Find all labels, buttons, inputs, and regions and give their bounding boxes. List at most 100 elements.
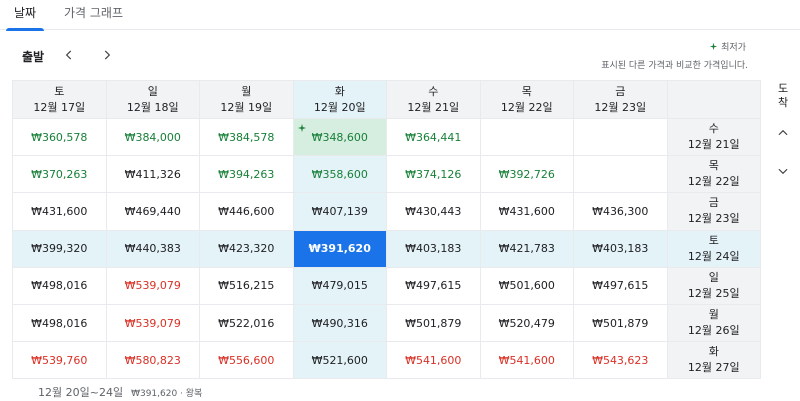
price-cell[interactable]: ₩497,615 (386, 266, 481, 305)
day-of-week: 금 (708, 196, 719, 210)
price-value: ₩407,139 (311, 204, 368, 218)
next-week-button[interactable] (96, 44, 118, 66)
price-cell[interactable]: ₩392,726 (479, 155, 574, 194)
scroll-up-button[interactable] (774, 124, 792, 142)
price-value: ₩421,783 (498, 242, 555, 256)
price-cell[interactable]: ₩436,300 (573, 192, 668, 231)
column-header-depart: 목 12월 22일 (479, 80, 574, 119)
chevron-up-icon (778, 129, 788, 136)
price-cell[interactable]: ₩384,578 (199, 118, 294, 157)
selection-footer: 12월 20일~24일 ₩391,620 · 왕복 (38, 384, 202, 400)
price-cell[interactable]: ₩411,326 (105, 155, 200, 194)
price-value: ₩391,620 (308, 242, 371, 256)
price-cell[interactable]: ₩541,600 (479, 341, 574, 380)
price-value: ₩498,016 (31, 279, 88, 293)
sparkle-icon (709, 42, 718, 51)
price-cell[interactable]: ₩539,079 (105, 266, 200, 305)
price-value: ₩374,126 (405, 167, 462, 181)
price-cell[interactable]: ₩543,623 (573, 341, 668, 380)
price-cell[interactable]: ₩556,600 (199, 341, 294, 380)
price-cell[interactable]: ₩580,823 (105, 341, 200, 380)
day-of-week: 토 (708, 233, 719, 247)
day-of-week: 일 (147, 84, 158, 98)
price-cell[interactable]: ₩501,879 (573, 304, 668, 343)
tab-price-graph[interactable]: 가격 그래프 (64, 4, 123, 21)
day-of-week: 일 (708, 270, 719, 284)
price-cell[interactable]: ₩431,600 (479, 192, 574, 231)
price-cell[interactable]: ₩522,016 (199, 304, 294, 343)
date-label: 12월 23일 (594, 100, 647, 114)
price-cell[interactable]: ₩348,600 (292, 118, 387, 157)
price-value: ₩360,578 (31, 130, 88, 144)
price-cell[interactable]: ₩374,126 (386, 155, 481, 194)
price-cell[interactable]: ₩364,441 (386, 118, 481, 157)
row-header-return: 금 12월 23일 (666, 192, 761, 231)
price-cell[interactable]: ₩360,578 (12, 118, 107, 157)
price-cell[interactable]: ₩498,016 (12, 266, 107, 305)
price-cell[interactable]: ₩403,183 (386, 229, 481, 268)
price-cell[interactable]: ₩399,320 (12, 229, 107, 268)
price-value: ₩498,016 (31, 316, 88, 330)
row-header-return: 수 12월 21일 (666, 118, 761, 157)
date-label: 12월 21일 (687, 138, 740, 152)
day-of-week: 목 (708, 159, 719, 173)
price-value: ₩556,600 (218, 353, 275, 367)
price-value: ₩384,000 (124, 130, 181, 144)
price-value: ₩430,443 (405, 204, 462, 218)
price-value: ₩358,600 (311, 167, 368, 181)
price-value: ₩497,615 (592, 279, 649, 293)
date-label: 12월 24일 (687, 249, 740, 263)
price-cell[interactable]: ₩430,443 (386, 192, 481, 231)
price-value: ₩520,479 (498, 316, 555, 330)
return-axis-label: 도착 (777, 82, 789, 109)
price-cell[interactable]: ₩516,215 (199, 266, 294, 305)
price-value: ₩516,215 (218, 279, 275, 293)
prev-week-button[interactable] (58, 44, 80, 66)
price-cell[interactable]: ₩358,600 (292, 155, 387, 194)
price-cell[interactable]: ₩391,620 (292, 229, 387, 268)
price-cell[interactable]: ₩394,263 (199, 155, 294, 194)
price-value: ₩543,623 (592, 353, 649, 367)
price-cell[interactable]: ₩431,600 (12, 192, 107, 231)
footer-dates: 12월 20일~24일 (38, 386, 124, 399)
price-cell[interactable]: ₩469,440 (105, 192, 200, 231)
price-cell[interactable]: ₩403,183 (573, 229, 668, 268)
price-value: ₩446,600 (218, 204, 275, 218)
price-cell[interactable]: ₩407,139 (292, 192, 387, 231)
price-value: ₩539,079 (124, 316, 181, 330)
price-cell[interactable]: ₩423,320 (199, 229, 294, 268)
date-label: 12월 18일 (126, 100, 179, 114)
price-cell[interactable]: ₩541,600 (386, 341, 481, 380)
price-cell[interactable]: ₩479,015 (292, 266, 387, 305)
price-cell[interactable]: ₩539,079 (105, 304, 200, 343)
price-cell[interactable]: ₩384,000 (105, 118, 200, 157)
price-cell[interactable]: ₩498,016 (12, 304, 107, 343)
price-value: ₩431,600 (498, 204, 555, 218)
legend-description: 표시된 다른 가격과 비교한 가격입니다. (601, 61, 748, 71)
price-cell[interactable]: ₩370,263 (12, 155, 107, 194)
row-header-return: 화 12월 27일 (666, 341, 761, 380)
price-value: ₩370,263 (31, 167, 88, 181)
price-cell[interactable]: ₩501,600 (479, 266, 574, 305)
day-of-week: 월 (708, 308, 719, 322)
price-value: ₩501,600 (498, 279, 555, 293)
scroll-down-button[interactable] (774, 162, 792, 180)
day-of-week: 목 (521, 84, 532, 98)
tab-date[interactable]: 날짜 (5, 4, 45, 31)
price-cell[interactable]: ₩520,479 (479, 304, 574, 343)
price-cell[interactable]: ₩421,783 (479, 229, 574, 268)
price-cell[interactable]: ₩446,600 (199, 192, 294, 231)
price-cell[interactable]: ₩521,600 (292, 341, 387, 380)
column-header-depart: 수 12월 21일 (386, 80, 481, 119)
price-cell[interactable]: ₩497,615 (573, 266, 668, 305)
price-cell[interactable]: ₩490,316 (292, 304, 387, 343)
legend-lowest-label: 최저가 (721, 43, 746, 53)
price-cell (479, 118, 574, 157)
price-value: ₩521,600 (311, 353, 368, 367)
price-cell[interactable]: ₩501,879 (386, 304, 481, 343)
price-cell[interactable]: ₩440,383 (105, 229, 200, 268)
corner-header (666, 80, 761, 119)
footer-summary: ₩391,620 · 왕복 (131, 389, 203, 399)
price-cell[interactable]: ₩539,760 (12, 341, 107, 380)
chevron-left-icon (65, 50, 72, 60)
